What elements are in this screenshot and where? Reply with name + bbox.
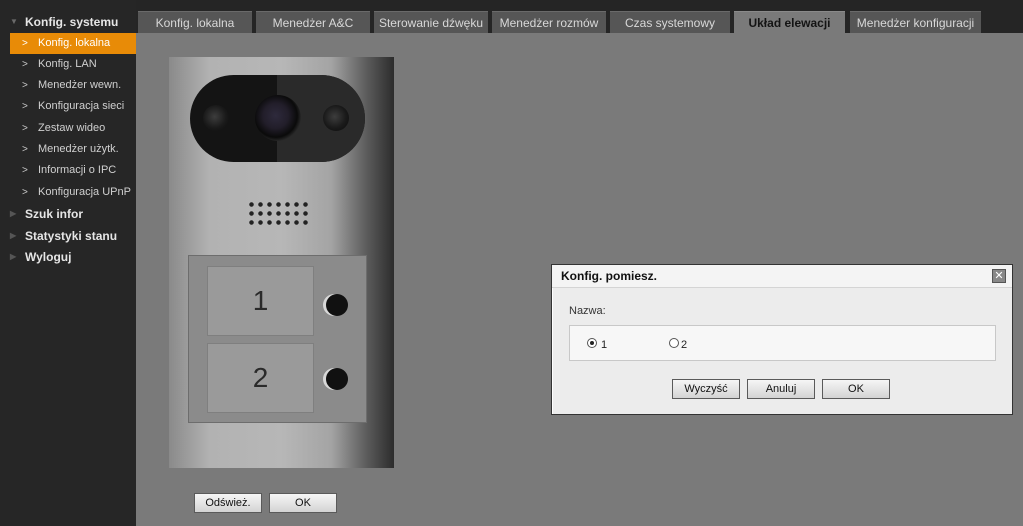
ok-button[interactable]: OK bbox=[269, 493, 337, 513]
sidebar-item-label: Konfig. LAN bbox=[38, 58, 97, 70]
room-config-dialog: Konfig. pomiesz. ✕ Nazwa: 1 2 Wyczyść An… bbox=[551, 264, 1013, 415]
name-label: Nazwa: bbox=[569, 305, 606, 317]
cancel-button[interactable]: Anuluj bbox=[747, 379, 815, 399]
sidebar-section-search-info[interactable]: ▶ Szuk infor bbox=[0, 203, 136, 225]
camera-lens-icon bbox=[255, 95, 301, 141]
chevron-right-icon: > bbox=[22, 165, 28, 176]
room-button-1[interactable]: 1 bbox=[207, 266, 314, 336]
door-station-panel: 1 2 bbox=[169, 57, 394, 468]
radio-option-2-label: 2 bbox=[681, 339, 688, 351]
dialog-title: Konfig. pomiesz. bbox=[561, 269, 657, 283]
dialog-ok-button[interactable]: OK bbox=[822, 379, 890, 399]
chevron-right-icon: > bbox=[22, 80, 28, 91]
refresh-button[interactable]: Odśwież. bbox=[194, 493, 262, 513]
name-options-box: 1 2 bbox=[569, 325, 996, 361]
tab-sound-control[interactable]: Sterowanie dźwęku bbox=[374, 11, 488, 33]
close-icon[interactable]: ✕ bbox=[992, 269, 1006, 283]
tab-ac-manager[interactable]: Menedżer A&C bbox=[256, 11, 370, 33]
room-button-2[interactable]: 2 bbox=[207, 343, 314, 413]
tab-elevation-layout[interactable]: Układ elewacji bbox=[734, 11, 845, 33]
chevron-right-icon: > bbox=[22, 144, 28, 155]
push-button-icon bbox=[326, 294, 348, 316]
sidebar-item-label: Menedżer użytk. bbox=[38, 143, 119, 155]
tab-call-manager[interactable]: Menedżer rozmów bbox=[492, 11, 606, 33]
chevron-right-icon: > bbox=[22, 123, 28, 134]
sidebar-item-user-manager[interactable]: > Menedżer użytk. bbox=[10, 139, 136, 160]
sidebar: ▼ Konfig. systemu > Konfig. lokalna > Ko… bbox=[0, 0, 136, 526]
ir-led-left-icon bbox=[203, 105, 229, 131]
sidebar-item-ipc-info[interactable]: > Informacji o IPC bbox=[10, 160, 136, 181]
tab-bar: Konfig. lokalna Menedżer A&C Sterowanie … bbox=[136, 0, 1023, 33]
sidebar-section-label: Konfig. systemu bbox=[25, 15, 119, 29]
radio-option-2[interactable] bbox=[669, 338, 679, 348]
chevron-right-icon: > bbox=[22, 59, 28, 70]
sidebar-item-indoor-manager[interactable]: > Menedżer wewn. bbox=[10, 75, 136, 96]
collapsed-triangle-icon: ▶ bbox=[10, 209, 17, 218]
tab-local-config[interactable]: Konfig. lokalna bbox=[138, 11, 252, 33]
sidebar-item-video-set[interactable]: > Zestaw wideo bbox=[10, 118, 136, 139]
sidebar-item-upnp-config[interactable]: > Konfiguracja UPnP bbox=[10, 182, 136, 203]
sidebar-section-label: Statystyki stanu bbox=[25, 229, 118, 243]
sidebar-item-label: Informacji o IPC bbox=[38, 164, 117, 176]
tab-config-manager[interactable]: Menedżer konfiguracji bbox=[850, 11, 981, 33]
sidebar-section-status-stats[interactable]: ▶ Statystyki stanu bbox=[0, 225, 136, 247]
sidebar-section-label: Szuk infor bbox=[25, 207, 84, 221]
sidebar-item-label: Zestaw wideo bbox=[38, 122, 106, 134]
radio-option-1[interactable] bbox=[587, 338, 597, 348]
sidebar-item-label: Konfiguracja sieci bbox=[38, 100, 125, 112]
dialog-body: Nazwa: 1 2 Wyczyść Anuluj OK bbox=[553, 288, 1012, 414]
chevron-right-icon: > bbox=[22, 187, 28, 198]
sidebar-section-logout[interactable]: ▶ Wyloguj bbox=[0, 246, 136, 268]
sidebar-item-label: Konfig. lokalna bbox=[38, 37, 111, 49]
clear-button[interactable]: Wyczyść bbox=[672, 379, 740, 399]
chevron-right-icon: > bbox=[22, 38, 28, 49]
expanded-triangle-icon: ▼ bbox=[10, 17, 18, 26]
sidebar-item-label: Menedżer wewn. bbox=[38, 79, 122, 91]
sidebar-item-lan-config[interactable]: > Konfig. LAN bbox=[10, 54, 136, 75]
collapsed-triangle-icon: ▶ bbox=[10, 252, 17, 261]
push-button-icon bbox=[326, 368, 348, 390]
call-button-block: 1 2 bbox=[188, 255, 367, 423]
collapsed-triangle-icon: ▶ bbox=[10, 231, 17, 240]
camera-module bbox=[190, 75, 365, 162]
chevron-right-icon: > bbox=[22, 101, 28, 112]
sidebar-item-local-config[interactable]: > Konfig. lokalna bbox=[10, 33, 136, 54]
radio-option-1-label: 1 bbox=[601, 339, 608, 351]
sidebar-section-label: Wyloguj bbox=[25, 250, 72, 264]
dialog-header: Konfig. pomiesz. ✕ bbox=[552, 265, 1012, 288]
speaker-grille-icon bbox=[247, 200, 311, 228]
sidebar-section-system-config[interactable]: ▼ Konfig. systemu bbox=[0, 11, 136, 33]
ir-led-right-icon bbox=[323, 105, 349, 131]
radio-selected-dot-icon bbox=[590, 341, 594, 345]
sidebar-item-network-config[interactable]: > Konfiguracja sieci bbox=[10, 96, 136, 117]
sidebar-item-label: Konfiguracja UPnP bbox=[38, 186, 131, 198]
tab-system-time[interactable]: Czas systemowy bbox=[610, 11, 730, 33]
